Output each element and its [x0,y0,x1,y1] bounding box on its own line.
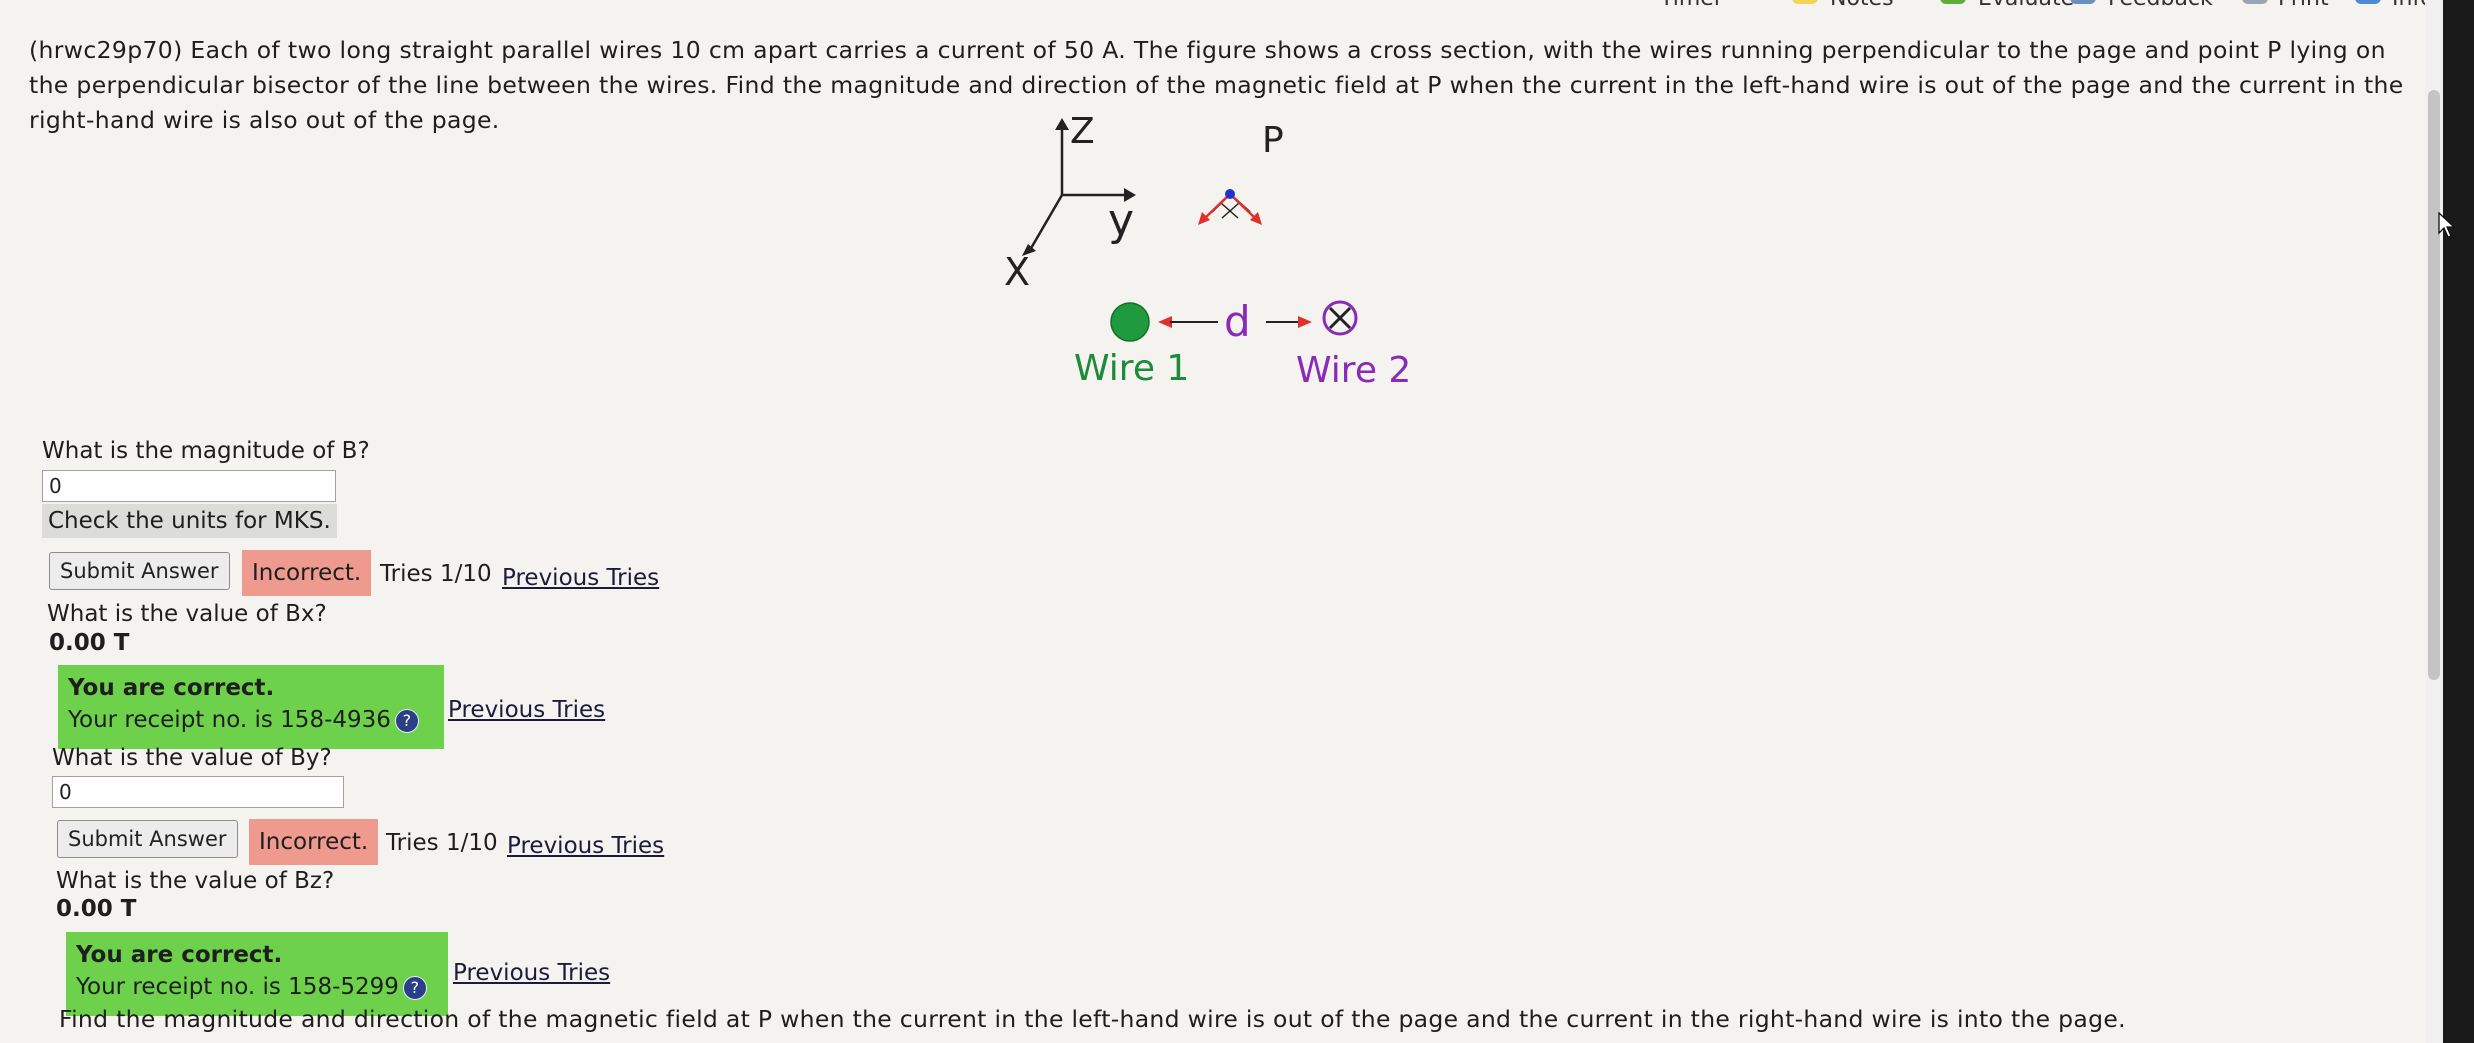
print-icon[interactable] [2242,0,2268,4]
toolbar-timer[interactable]: Timer [1660,0,1723,11]
info-icon[interactable] [2355,0,2381,4]
bz-question: What is the value of Bz? [56,868,335,894]
help-icon[interactable]: ? [402,975,427,1000]
b-magnitude-submit-button[interactable]: Submit Answer [49,552,230,590]
wire-2-icon [1322,300,1358,336]
field-vectors-icon [1198,189,1262,225]
by-submit-button[interactable]: Submit Answer [57,820,238,858]
toolbar-print[interactable]: Print [2278,0,2329,11]
by-question: What is the value of By? [52,745,332,771]
axis-y-label: y [1108,195,1134,246]
cross-section-diagram: Z y X P d Wire 1 Wire 2 [1004,111,1411,391]
bz-correct-box: You are correct. Your receipt no. is 158… [66,932,448,1016]
by-input[interactable] [52,776,344,808]
b-magnitude-previous-tries-link[interactable]: Previous Tries [502,565,659,591]
units-hint: Check the units for MKS. [42,504,337,538]
toolbar-evaluate[interactable]: Evaluate [1978,0,2074,11]
bx-question: What is the value of Bx? [47,601,327,627]
bz-answer: 0.00 T [56,896,137,922]
axis-z-label: Z [1070,111,1095,152]
by-tries: Tries 1/10 [386,830,498,856]
feedback-icon[interactable] [2070,0,2096,4]
bx-correct-text: You are correct. [68,675,275,701]
bx-answer: 0.00 T [49,630,130,656]
bz-correct-text: You are correct. [76,942,283,968]
bz-previous-tries-link[interactable]: Previous Tries [453,960,610,986]
bz-receipt: Your receipt no. is 158-5299? [76,970,438,1004]
wire-1-icon [1110,302,1150,342]
mouse-cursor-icon [2438,212,2456,238]
bz-receipt-text: Your receipt no. is 158-5299 [76,974,399,1000]
toolbar-notes[interactable]: Notes [1830,0,1894,11]
evaluate-icon[interactable] [1940,0,1966,4]
bx-previous-tries-link[interactable]: Previous Tries [448,697,605,723]
vertical-scrollbar[interactable] [2425,0,2443,1043]
point-p-label: P [1262,120,1284,161]
bx-correct-box: You are correct. Your receipt no. is 158… [58,665,444,749]
b-magnitude-input[interactable] [42,470,336,502]
wire-1-label: Wire 1 [1074,348,1189,389]
next-question-text: Find the magnitude and direction of the … [59,1005,2126,1033]
by-status-badge: Incorrect. [249,819,379,865]
notes-icon[interactable] [1792,0,1818,4]
monitor-bezel [2443,0,2474,1043]
distance-label: d [1224,297,1251,346]
wire-2-label: Wire 2 [1296,350,1411,391]
problem-figure: Z y X P d Wire 1 Wire 2 [1000,110,1440,400]
axis-x-label: X [1004,250,1030,294]
scrollbar-thumb[interactable] [2428,90,2440,680]
toolbar-feedback[interactable]: Feedback [2108,0,2213,11]
by-previous-tries-link[interactable]: Previous Tries [507,833,664,859]
top-toolbar: Timer Notes Evaluate Feedback Print Info [1660,0,2460,14]
b-magnitude-question: What is the magnitude of B? [42,438,370,464]
b-magnitude-tries: Tries 1/10 [380,561,492,587]
problem-page: Timer Notes Evaluate Feedback Print Info… [0,0,2436,1043]
bx-receipt: Your receipt no. is 158-4936? [68,703,434,737]
bx-receipt-text: Your receipt no. is 158-4936 [68,707,391,733]
help-icon[interactable]: ? [394,708,419,733]
b-magnitude-status-badge: Incorrect. [242,550,372,596]
